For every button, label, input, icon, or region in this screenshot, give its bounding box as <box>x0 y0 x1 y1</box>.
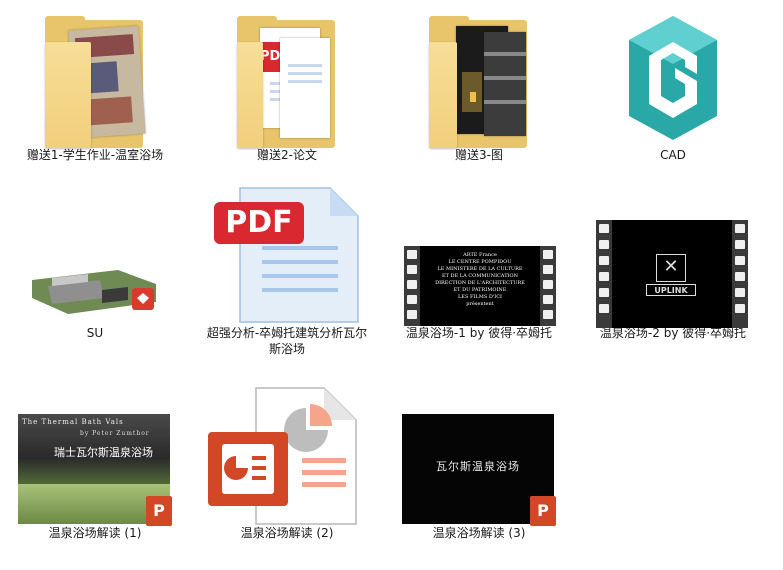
folder-icon <box>237 42 263 148</box>
item-label: 赠送1-学生作业-温室浴场 <box>26 148 164 162</box>
pdf-badge: PDF <box>225 205 293 240</box>
sketchup-icon <box>32 270 156 314</box>
video-frame: ✕ UPLINK <box>612 220 732 328</box>
file-item-video-1[interactable]: ARTE France LE CENTRE POMPIDOU LE MINIST… <box>384 180 574 341</box>
item-label: SU <box>86 326 104 340</box>
file-item-ppt-1[interactable]: The Thermal Bath Vals by Peter Zumthor 瑞… <box>0 380 190 541</box>
item-label: 超强分析-卒姆托建筑分析瓦尔斯浴场 <box>206 326 368 356</box>
video-frame: ARTE France LE CENTRE POMPIDOU LE MINIST… <box>420 246 540 326</box>
folder-item-student-work[interactable]: 赠送1-学生作业-温室浴场 <box>0 2 190 163</box>
item-label: 赠送3-图 <box>455 148 503 162</box>
folder-icon <box>429 42 457 148</box>
item-label: 温泉浴场解读 (2) <box>240 526 334 540</box>
file-item-ppt-2[interactable]: 温泉浴场解读 (2) <box>192 380 382 541</box>
powerpoint-badge: P <box>146 496 172 526</box>
item-label: 温泉浴场解读 (1) <box>48 526 142 540</box>
folder-item-cad[interactable]: CAD <box>578 2 768 163</box>
file-item-video-2[interactable]: ✕ UPLINK 温泉浴场-2 by 彼得·卒姆托 <box>578 180 768 341</box>
video-icon: ✕ UPLINK <box>596 220 748 328</box>
cad-icon <box>629 16 717 140</box>
folder-icon <box>45 42 91 148</box>
powerpoint-badge: P <box>530 496 556 526</box>
folder-item-images[interactable]: 赠送3-图 <box>384 2 574 163</box>
item-label: 温泉浴场解读 (3) <box>432 526 526 540</box>
powerpoint-icon <box>208 387 357 525</box>
folder-item-papers[interactable]: PDF 赠送2-论文 <box>192 2 382 163</box>
item-label: 温泉浴场-1 by 彼得·卒姆托 <box>405 326 553 340</box>
file-item-pdf-analysis[interactable]: PDF 超强分析-卒姆托建筑分析瓦尔斯浴场 <box>192 180 382 357</box>
item-label: 赠送2-论文 <box>257 148 317 162</box>
video-icon: ARTE France LE CENTRE POMPIDOU LE MINIST… <box>404 246 556 326</box>
file-item-ppt-3[interactable]: 瓦尔斯温泉浴场 P 温泉浴场解读 (3) <box>384 380 574 541</box>
uplink-logo: UPLINK <box>646 284 696 296</box>
file-item-su[interactable]: SU <box>0 180 190 341</box>
item-label: CAD <box>660 148 686 162</box>
